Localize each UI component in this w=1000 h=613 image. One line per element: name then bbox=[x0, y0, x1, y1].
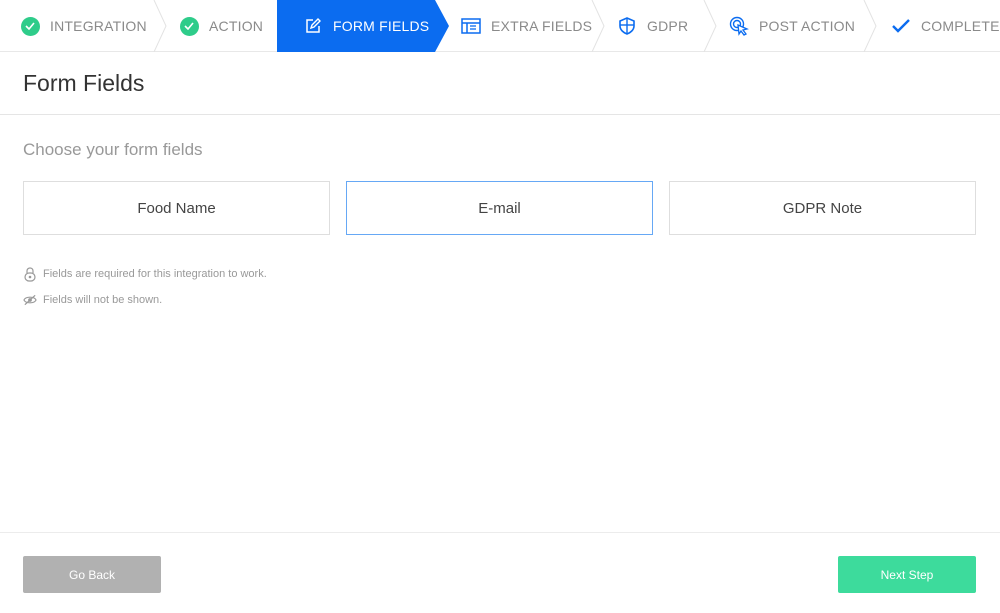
legend-required-text: Fields are required for this integration… bbox=[43, 268, 267, 280]
page-title: Form Fields bbox=[23, 69, 145, 96]
step-action[interactable]: ACTION bbox=[155, 0, 277, 52]
lock-icon bbox=[23, 266, 37, 282]
step-label: COMPLETE bbox=[921, 18, 1000, 34]
step-gdpr[interactable]: GDPR bbox=[593, 0, 717, 52]
field-options: Food Name E-mail GDPR Note bbox=[23, 181, 977, 235]
step-separator bbox=[153, 0, 167, 52]
field-option-gdpr-note[interactable]: GDPR Note bbox=[669, 181, 976, 235]
step-post-action[interactable]: POST ACTION bbox=[705, 0, 877, 52]
field-option-food-name[interactable]: Food Name bbox=[23, 181, 330, 235]
section-subtitle: Choose your form fields bbox=[23, 140, 203, 159]
legend-hidden-text: Fields will not be shown. bbox=[43, 294, 163, 306]
form-fields-panel: Choose your form fields Food Name E-mail… bbox=[0, 115, 1000, 313]
next-step-button[interactable]: Next Step bbox=[838, 556, 976, 593]
legend-hidden: Fields will not be shown. bbox=[23, 287, 977, 313]
step-label: FORM FIELDS bbox=[333, 18, 430, 34]
step-integration[interactable]: INTEGRATION bbox=[0, 0, 167, 52]
wizard-footer: Go Back Next Step bbox=[0, 532, 1000, 613]
step-label: EXTRA FIELDS bbox=[491, 18, 593, 34]
step-separator bbox=[703, 0, 717, 52]
legend-required: Fields are required for this integration… bbox=[23, 261, 977, 287]
go-back-button[interactable]: Go Back bbox=[23, 556, 161, 593]
step-label: GDPR bbox=[647, 18, 689, 34]
checkmark-icon bbox=[891, 16, 911, 36]
form-list-icon bbox=[461, 16, 481, 36]
step-label: INTEGRATION bbox=[50, 18, 147, 34]
active-step-arrow bbox=[435, 0, 449, 52]
step-label: ACTION bbox=[209, 18, 264, 34]
eye-slash-icon bbox=[23, 292, 37, 308]
step-separator bbox=[591, 0, 605, 52]
step-complete[interactable]: COMPLETE bbox=[865, 0, 1000, 52]
field-option-email[interactable]: E-mail bbox=[346, 181, 653, 235]
check-circle-icon bbox=[179, 16, 199, 36]
wizard-stepper: INTEGRATION ACTION FORM FIELDS EXTRA FIE… bbox=[0, 0, 1000, 52]
cursor-click-icon bbox=[729, 16, 749, 36]
step-form-fields[interactable]: FORM FIELDS bbox=[277, 0, 449, 52]
field-legend: Fields are required for this integration… bbox=[23, 261, 977, 313]
step-separator bbox=[863, 0, 877, 52]
step-label: POST ACTION bbox=[759, 18, 856, 34]
shield-icon bbox=[617, 16, 637, 36]
edit-icon bbox=[303, 16, 323, 36]
page-header: Form Fields bbox=[0, 52, 1000, 115]
step-extra-fields[interactable]: EXTRA FIELDS bbox=[435, 0, 605, 52]
check-circle-icon bbox=[20, 16, 40, 36]
